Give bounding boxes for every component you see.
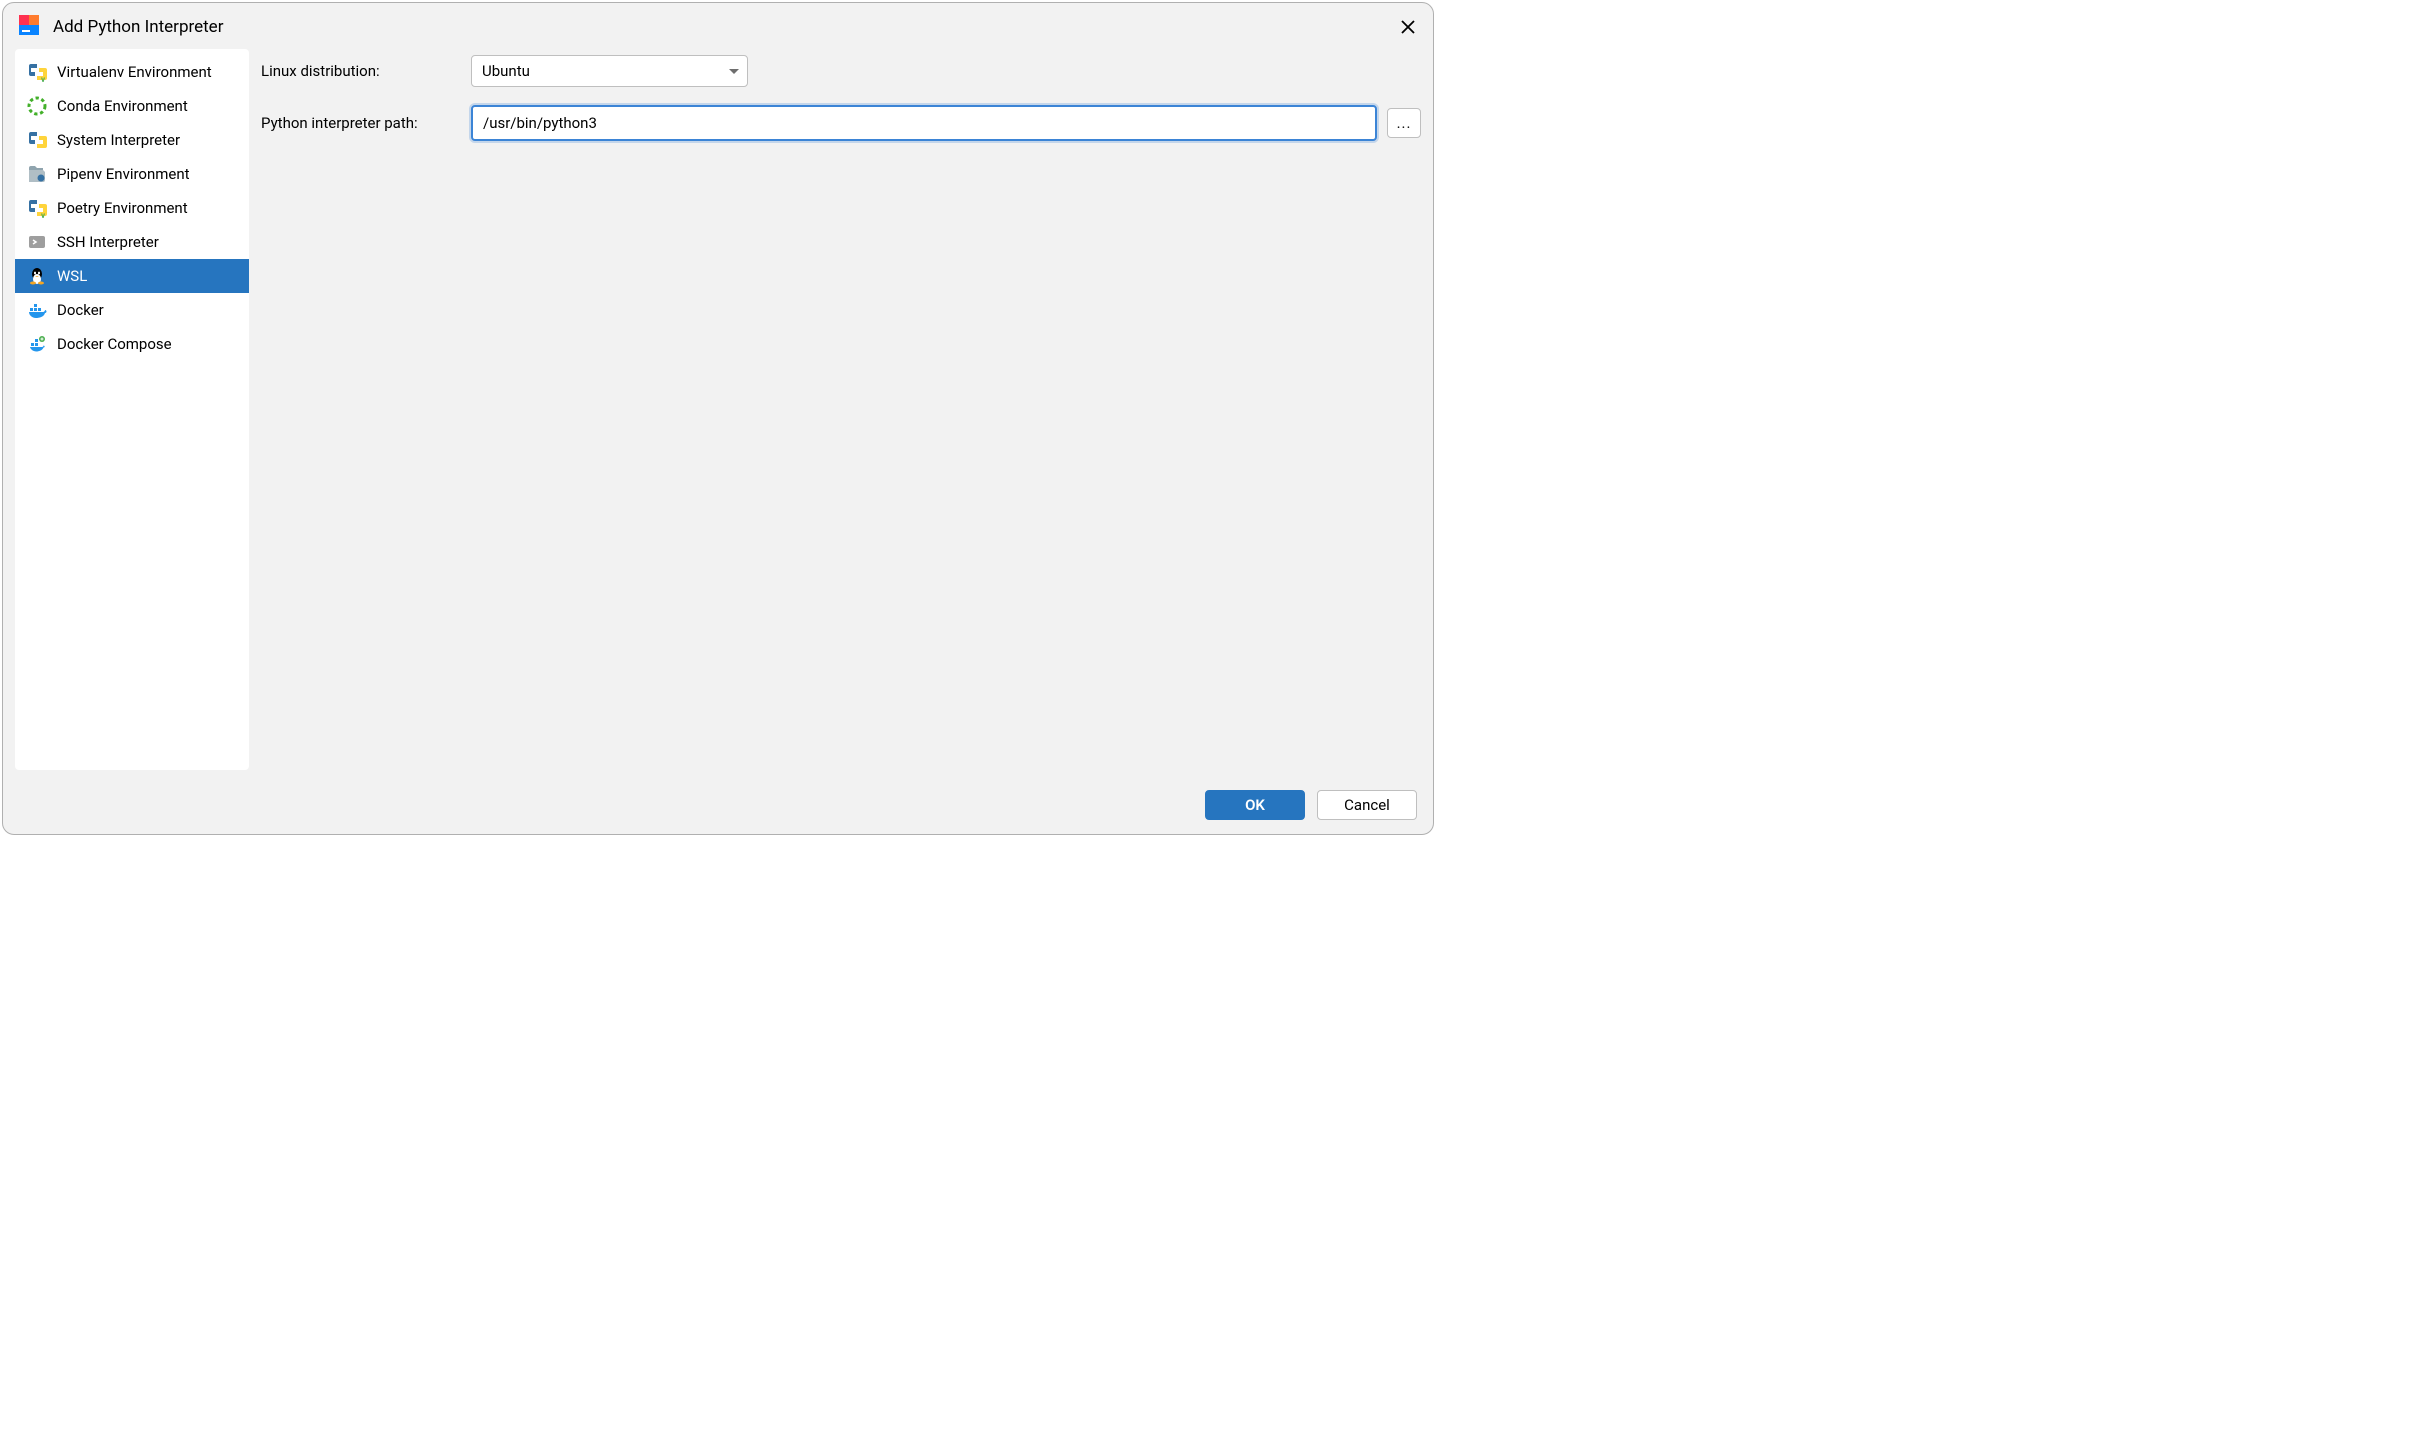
distribution-select[interactable]: Ubuntu xyxy=(471,55,748,87)
svg-text:v: v xyxy=(41,75,45,82)
distribution-label: Linux distribution: xyxy=(261,62,471,80)
distribution-row: Linux distribution: Ubuntu xyxy=(261,55,1421,87)
window-title: Add Python Interpreter xyxy=(53,17,1385,37)
svg-text:v: v xyxy=(41,211,45,218)
docker-compose-icon xyxy=(27,334,47,354)
cancel-button[interactable]: Cancel xyxy=(1317,790,1417,820)
interpreter-path-input[interactable] xyxy=(471,105,1377,141)
python-v-icon: v xyxy=(27,198,47,218)
close-button[interactable] xyxy=(1397,16,1419,38)
pipenv-icon xyxy=(27,164,47,184)
sidebar-item-virtualenv[interactable]: v Virtualenv Environment xyxy=(15,55,249,89)
sidebar-item-docker[interactable]: Docker xyxy=(15,293,249,327)
interpreter-path-row: Python interpreter path: ... xyxy=(261,105,1421,141)
add-python-interpreter-dialog: Add Python Interpreter v Virtualenv Envi… xyxy=(2,2,1434,835)
sidebar-item-pipenv[interactable]: Pipenv Environment xyxy=(15,157,249,191)
ok-button[interactable]: OK xyxy=(1205,790,1305,820)
main-panel: Linux distribution: Ubuntu Python interp… xyxy=(261,49,1421,770)
close-icon xyxy=(1399,18,1417,36)
sidebar-item-label: Pipenv Environment xyxy=(57,165,190,183)
sidebar-item-docker-compose[interactable]: Docker Compose xyxy=(15,327,249,361)
python-v-icon: v xyxy=(27,62,47,82)
sidebar-item-conda[interactable]: Conda Environment xyxy=(15,89,249,123)
python-icon xyxy=(27,130,47,150)
interpreter-path-label: Python interpreter path: xyxy=(261,114,471,132)
intellij-icon xyxy=(17,13,41,41)
distribution-value: Ubuntu xyxy=(482,62,530,80)
docker-icon xyxy=(27,300,47,320)
browse-button[interactable]: ... xyxy=(1387,108,1421,138)
sidebar-item-label: SSH Interpreter xyxy=(57,233,159,251)
sidebar-item-wsl[interactable]: WSL xyxy=(15,259,249,293)
conda-icon xyxy=(27,96,47,116)
sidebar-item-label: System Interpreter xyxy=(57,131,180,149)
sidebar-item-label: Conda Environment xyxy=(57,97,188,115)
interpreter-type-sidebar: v Virtualenv Environment Conda Environme… xyxy=(15,49,249,770)
sidebar-item-ssh[interactable]: SSH Interpreter xyxy=(15,225,249,259)
sidebar-item-label: Poetry Environment xyxy=(57,199,188,217)
sidebar-item-label: Docker xyxy=(57,301,104,319)
tux-icon xyxy=(27,266,47,286)
sidebar-item-system[interactable]: System Interpreter xyxy=(15,123,249,157)
dialog-body: v Virtualenv Environment Conda Environme… xyxy=(3,49,1433,782)
sidebar-item-label: Virtualenv Environment xyxy=(57,63,212,81)
sidebar-item-label: WSL xyxy=(57,267,87,285)
sidebar-item-label: Docker Compose xyxy=(57,335,172,353)
sidebar-item-poetry[interactable]: v Poetry Environment xyxy=(15,191,249,225)
ssh-icon xyxy=(27,232,47,252)
dialog-footer: OK Cancel xyxy=(3,782,1433,834)
titlebar: Add Python Interpreter xyxy=(3,3,1433,49)
